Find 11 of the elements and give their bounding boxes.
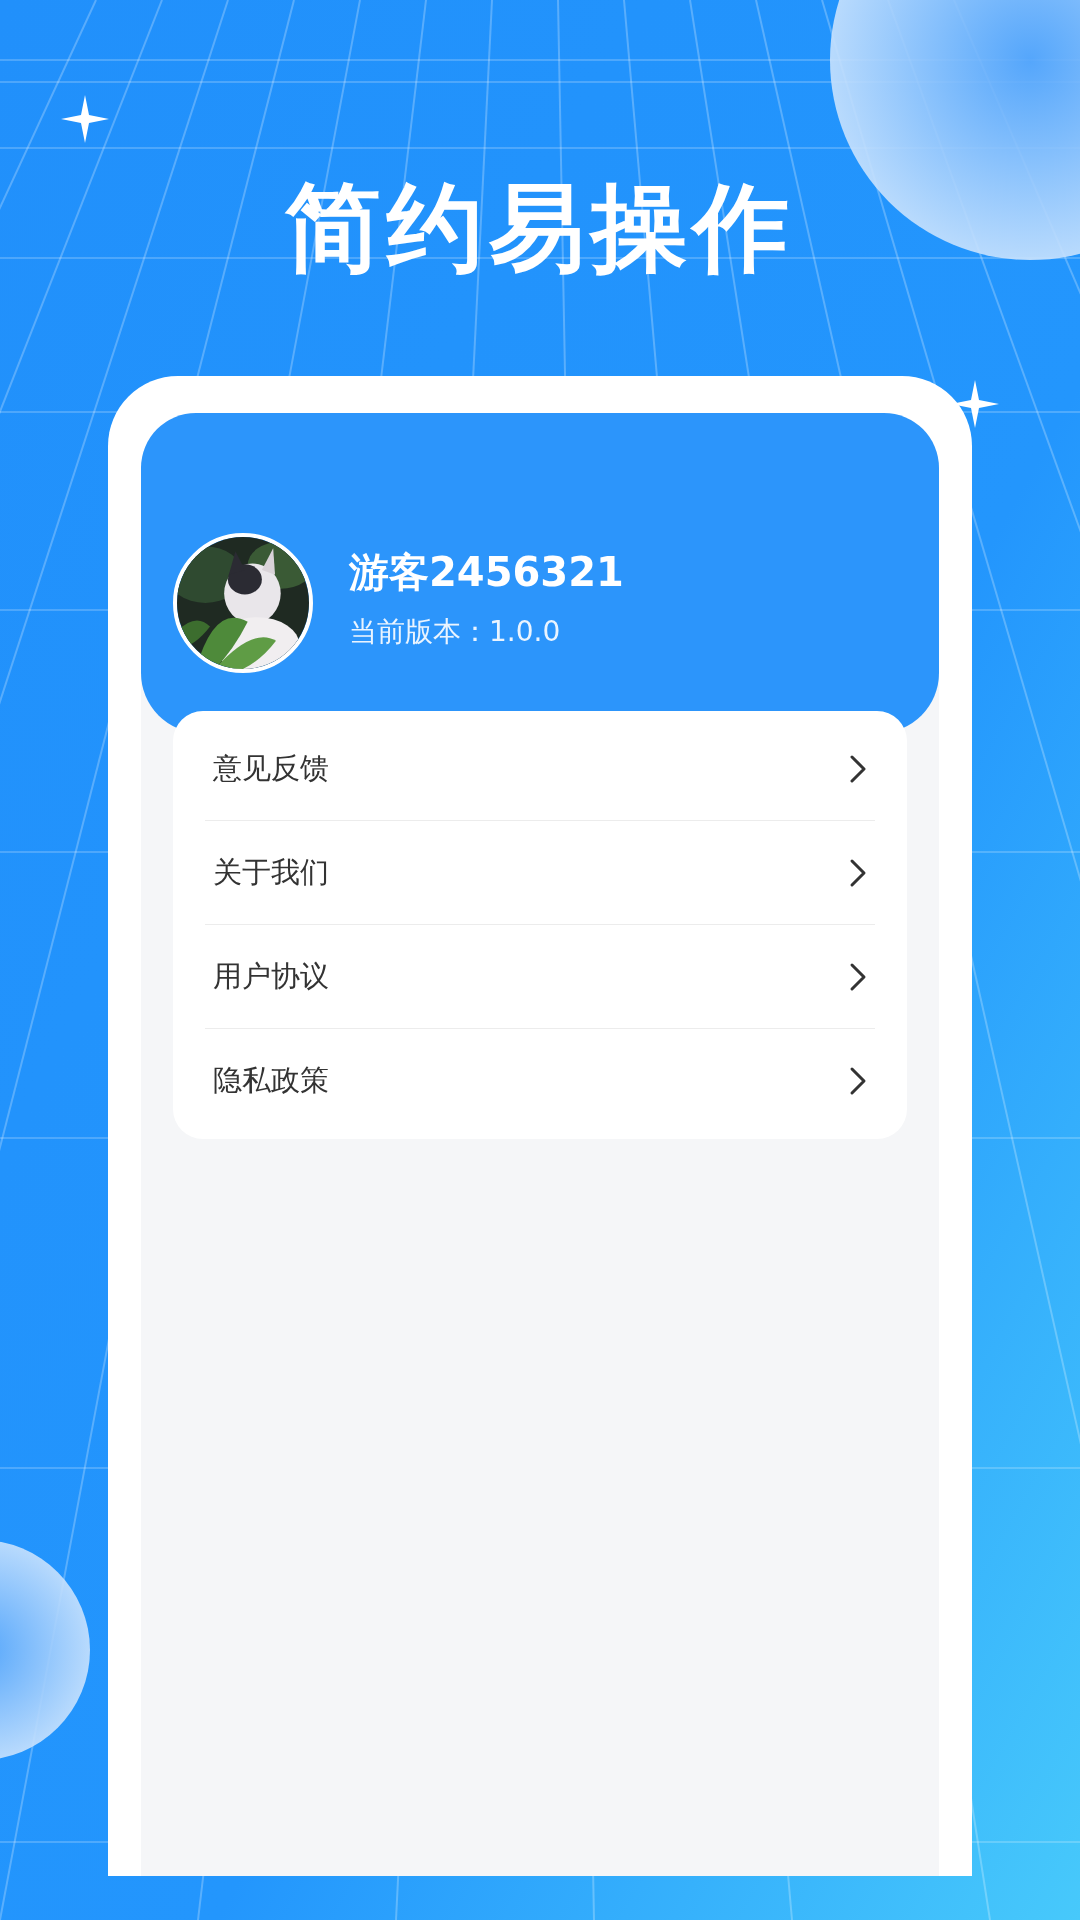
user-name: 游客2456321 bbox=[349, 548, 624, 597]
headline: 简约易操作 bbox=[285, 180, 795, 276]
menu-item[interactable]: 意见反馈 bbox=[205, 717, 875, 821]
menu-item[interactable]: 隐私政策 bbox=[205, 1029, 875, 1133]
chevron-right-icon bbox=[849, 961, 867, 992]
menu-item[interactable]: 关于我们 bbox=[205, 821, 875, 925]
chevron-right-icon bbox=[849, 753, 867, 784]
menu-item[interactable]: 用户协议 bbox=[205, 925, 875, 1029]
version-text: 当前版本：1.0.0 bbox=[349, 614, 562, 650]
chevron-right-icon bbox=[849, 1066, 867, 1096]
chevron-right-icon bbox=[849, 857, 867, 888]
